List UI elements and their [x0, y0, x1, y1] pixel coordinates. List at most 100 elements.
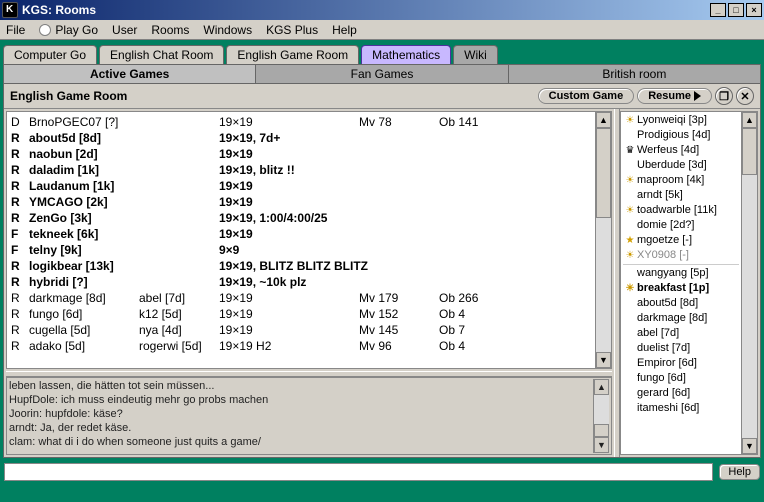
game-row[interactable]: Ftelny [9k]9×9 — [9, 242, 593, 258]
game-row[interactable]: Rlogikbear [13k]19×19, BLITZ BLITZ BLITZ — [9, 258, 593, 274]
menu-play-go[interactable]: Play Go — [39, 23, 98, 37]
menu-kgs-plus[interactable]: KGS Plus — [266, 23, 318, 37]
user-name: Empiror [6d] — [637, 356, 697, 371]
sun-icon: ☀ — [623, 248, 637, 263]
menu-windows[interactable]: Windows — [203, 23, 252, 37]
game-row[interactable]: Rabout5d [8d]19×19, 7d+ — [9, 130, 593, 146]
game-row[interactable]: Rhybridi [?]19×19, ~10k plz — [9, 274, 593, 290]
chat-line: HupfDole: ich muss eindeutig mehr go pro… — [9, 393, 593, 407]
user-name: darkmage [8d] — [637, 311, 707, 326]
close-room-button[interactable]: ✕ — [736, 87, 754, 105]
sun-icon: ☀ — [623, 173, 637, 188]
chat-input[interactable] — [4, 463, 713, 481]
user-row[interactable]: ☀breakfast [1p] — [621, 281, 741, 296]
close-window-button[interactable]: × — [746, 3, 762, 17]
menu-help[interactable]: Help — [332, 23, 357, 37]
game-list: DBrnoPGEC07 [?]19×19Mv 78Ob 141Rabout5d … — [6, 111, 612, 369]
titlebar[interactable]: KGS: Rooms _ □ × — [0, 0, 764, 20]
resume-button[interactable]: Resume — [637, 88, 712, 104]
user-row[interactable]: ☀maproom [4k] — [621, 173, 741, 188]
user-row[interactable]: fungo [6d] — [621, 371, 741, 386]
game-row[interactable]: DBrnoPGEC07 [?]19×19Mv 78Ob 141 — [9, 114, 593, 130]
user-row[interactable]: about5d [8d] — [621, 296, 741, 311]
user-name: breakfast [1p] — [637, 281, 709, 296]
scroll-up-icon[interactable]: ▲ — [596, 112, 611, 128]
chat-line: Joorin: hupfdole: käse? — [9, 407, 593, 421]
game-row[interactable]: Rdarkmage [8d]abel [7d]19×19Mv 179Ob 266 — [9, 290, 593, 306]
user-name: wangyang [5p] — [637, 266, 709, 281]
room-tab[interactable]: English Chat Room — [99, 45, 224, 64]
user-name: mgoetze [-] — [637, 233, 692, 248]
game-row[interactable]: Rcugella [5d]nya [4d]19×19Mv 145Ob 7 — [9, 322, 593, 338]
game-row[interactable]: RLaudanum [1k]19×19 — [9, 178, 593, 194]
user-row[interactable]: abel [7d] — [621, 326, 741, 341]
game-row[interactable]: Rdaladim [1k]19×19, blitz !! — [9, 162, 593, 178]
user-name: arndt [5k] — [637, 188, 683, 203]
user-row[interactable]: ★mgoetze [-] — [621, 233, 741, 248]
game-row[interactable]: Rfungo [6d]k12 [5d]19×19Mv 152Ob 4 — [9, 306, 593, 322]
user-row[interactable]: darkmage [8d] — [621, 311, 741, 326]
scroll-down-icon[interactable]: ▼ — [594, 437, 609, 453]
scroll-up-icon[interactable]: ▲ — [742, 112, 757, 128]
scroll-up-icon[interactable]: ▲ — [594, 379, 609, 395]
user-name: domie [2d?] — [637, 218, 694, 233]
sun-icon: ☀ — [623, 113, 637, 128]
scroll-down-icon[interactable]: ▼ — [742, 438, 757, 454]
windows-icon-button[interactable]: ❐ — [715, 87, 733, 105]
user-row[interactable]: Empiror [6d] — [621, 356, 741, 371]
chat-scrollbar[interactable]: ▲ ▼ — [593, 379, 609, 453]
user-row[interactable]: ♛Werfeus [4d] — [621, 143, 741, 158]
user-row[interactable]: ☀XY0908 [-] — [621, 248, 741, 263]
room-tab[interactable]: Wiki — [453, 45, 498, 64]
user-row[interactable]: Prodigious [4d] — [621, 128, 741, 143]
user-row[interactable]: wangyang [5p] — [621, 266, 741, 281]
user-name: toadwarble [11k] — [637, 203, 717, 218]
sub-tab[interactable]: British room — [509, 65, 760, 83]
user-name: duelist [7d] — [637, 341, 690, 356]
room-tabs: Computer GoEnglish Chat RoomEnglish Game… — [3, 45, 761, 64]
user-name: maproom [4k] — [637, 173, 704, 188]
game-row[interactable]: Ftekneek [6k]19×19 — [9, 226, 593, 242]
user-name: Werfeus [4d] — [637, 143, 699, 158]
user-row[interactable]: domie [2d?] — [621, 218, 741, 233]
game-row[interactable]: RZenGo [3k]19×19, 1:00/4:00/25 — [9, 210, 593, 226]
app-icon — [2, 2, 18, 18]
custom-game-button[interactable]: Custom Game — [538, 88, 635, 104]
sub-tab[interactable]: Fan Games — [256, 65, 508, 83]
user-name: about5d [8d] — [637, 296, 698, 311]
user-name: itameshi [6d] — [637, 401, 699, 416]
user-row[interactable]: duelist [7d] — [621, 341, 741, 356]
game-list-scrollbar[interactable]: ▲ ▼ — [595, 112, 611, 368]
play-icon — [694, 91, 701, 101]
user-row[interactable]: ☀Lyonweiqi [3p] — [621, 113, 741, 128]
menu-user[interactable]: User — [112, 23, 137, 37]
help-button[interactable]: Help — [719, 464, 760, 480]
input-bar: Help — [0, 461, 764, 483]
room-tab[interactable]: Mathematics — [361, 45, 451, 64]
room-header: English Game Room Custom Game Resume ❐ ✕ — [4, 84, 760, 109]
user-row[interactable]: arndt [5k] — [621, 188, 741, 203]
user-row[interactable]: Uberdude [3d] — [621, 158, 741, 173]
sun-icon: ☀ — [623, 203, 637, 218]
room-tab[interactable]: English Game Room — [226, 45, 359, 64]
room-name: English Game Room — [10, 89, 535, 103]
game-row[interactable]: Radako [5d]rogerwi [5d]19×19 H2Mv 96Ob 4 — [9, 338, 593, 354]
game-row[interactable]: Rnaobun [2d]19×19 — [9, 146, 593, 162]
crown-icon: ♛ — [623, 143, 637, 158]
user-row[interactable]: ☀toadwarble [11k] — [621, 203, 741, 218]
sub-tab[interactable]: Active Games — [4, 65, 256, 83]
menu-rooms[interactable]: Rooms — [151, 23, 189, 37]
user-row[interactable]: itameshi [6d] — [621, 401, 741, 416]
maximize-button[interactable]: □ — [728, 3, 744, 17]
room-tab[interactable]: Computer Go — [3, 45, 97, 64]
user-name: Uberdude [3d] — [637, 158, 707, 173]
user-row[interactable]: gerard [6d] — [621, 386, 741, 401]
chat-log: leben lassen, die hätten tot sein müssen… — [6, 377, 612, 455]
minimize-button[interactable]: _ — [710, 3, 726, 17]
user-list: ☀Lyonweiqi [3p]Prodigious [4d]♛Werfeus [… — [620, 111, 758, 455]
scroll-down-icon[interactable]: ▼ — [596, 352, 611, 368]
game-row[interactable]: RYMCAGO [2k]19×19 — [9, 194, 593, 210]
menu-file[interactable]: File — [6, 23, 25, 37]
user-list-scrollbar[interactable]: ▲ ▼ — [741, 112, 757, 454]
window-title: KGS: Rooms — [22, 3, 708, 17]
